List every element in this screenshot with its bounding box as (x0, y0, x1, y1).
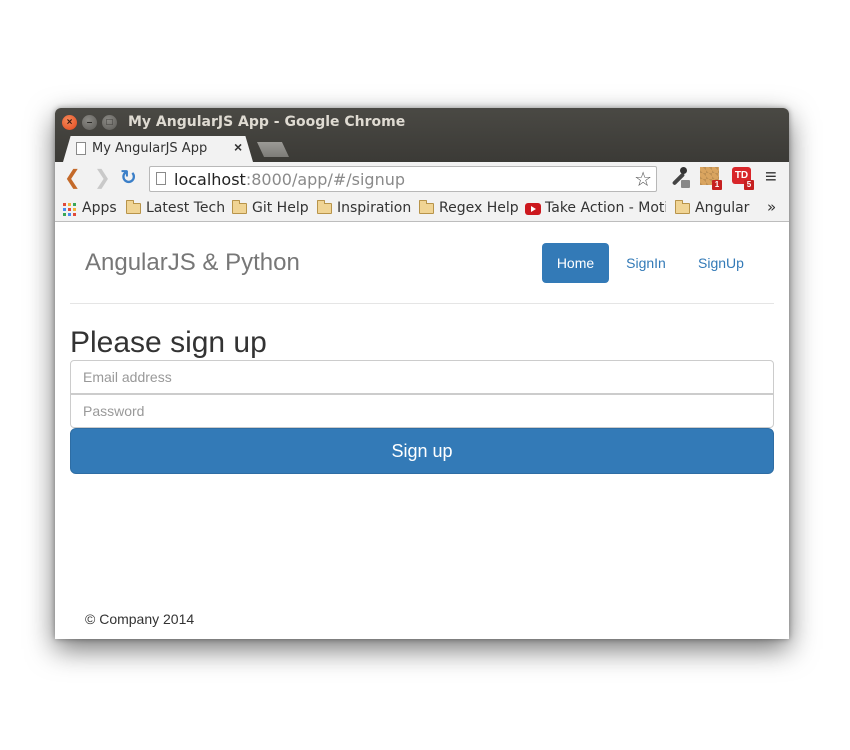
bookmarks-bar: Apps Latest Tech Git Help Inspiration Re… (55, 194, 789, 222)
bookmark-label: Inspiration (337, 200, 412, 216)
bookmark-label: Regex Help (439, 200, 519, 216)
extension-badge: 5 (744, 180, 754, 190)
tab-title: My AngularJS App (92, 141, 208, 156)
new-tab-button[interactable] (257, 142, 289, 157)
bookmark-label: Angular (695, 200, 750, 216)
footer-copyright: © Company 2014 (85, 611, 195, 627)
forward-arrow-icon[interactable]: ❯ (94, 166, 111, 188)
apps-icon (62, 202, 77, 217)
nav-home-link[interactable]: Home (542, 243, 609, 283)
reload-icon[interactable]: ↻ (120, 166, 137, 188)
bookmark-label: Git Help (252, 200, 309, 216)
bookmark-label: Apps (82, 200, 117, 216)
sign-up-button[interactable]: Sign up (70, 428, 774, 474)
window-maximize-button[interactable]: □ (102, 115, 117, 130)
url-text[interactable]: localhost:8000/app/#/signup (174, 170, 405, 189)
browser-window: × – □ My AngularJS App - Google Chrome M… (55, 108, 789, 639)
folder-icon (675, 200, 690, 214)
browser-tab[interactable]: My AngularJS App × (63, 136, 253, 162)
header-divider (70, 303, 774, 304)
window-title: My AngularJS App - Google Chrome (128, 114, 406, 130)
bookmark-label: Take Action - Motiv (545, 200, 666, 216)
folder-icon (232, 200, 247, 214)
back-arrow-icon[interactable]: ❮ (64, 166, 81, 188)
more-bookmarks-chevron-icon[interactable]: » (767, 198, 776, 216)
title-bar: × – □ My AngularJS App - Google Chrome M… (55, 108, 789, 162)
box-extension-icon[interactable]: 1 (699, 166, 723, 190)
password-field[interactable] (70, 394, 774, 428)
address-bar[interactable]: localhost:8000/app/#/signup ☆ (149, 166, 657, 192)
eyedropper-swatch (681, 180, 690, 188)
td-extension-icon[interactable]: TD 5 (731, 166, 755, 190)
page-icon (76, 142, 86, 155)
browser-menu-icon[interactable]: ≡ (765, 166, 777, 189)
url-host: localhost (174, 170, 246, 189)
extension-badge: 1 (712, 180, 722, 190)
tab-close-icon[interactable]: × (234, 139, 242, 155)
bookmark-label: Latest Tech (146, 200, 226, 216)
folder-icon (419, 200, 434, 214)
page-icon (156, 172, 166, 185)
youtube-icon (525, 203, 541, 215)
bookmark-take-action[interactable]: Take Action - Motiv (524, 200, 666, 218)
site-brand[interactable]: AngularJS & Python (85, 249, 300, 277)
eyedropper-extension-icon[interactable] (667, 166, 691, 190)
folder-icon (126, 200, 141, 214)
eyedropper-cap (680, 167, 687, 174)
browser-toolbar: ❮ ❯ ↻ localhost:8000/app/#/signup ☆ 1 TD… (55, 162, 789, 194)
form-heading: Please sign up (70, 326, 267, 359)
email-field[interactable] (70, 360, 774, 394)
window-minimize-button[interactable]: – (82, 115, 97, 130)
nav-signin-link[interactable]: SignIn (615, 243, 677, 283)
window-close-button[interactable]: × (62, 115, 77, 130)
url-path: :8000/app/#/signup (245, 170, 406, 189)
folder-icon (317, 200, 332, 214)
nav-signup-link[interactable]: SignUp (683, 243, 759, 283)
bookmark-star-icon[interactable]: ☆ (634, 167, 652, 192)
